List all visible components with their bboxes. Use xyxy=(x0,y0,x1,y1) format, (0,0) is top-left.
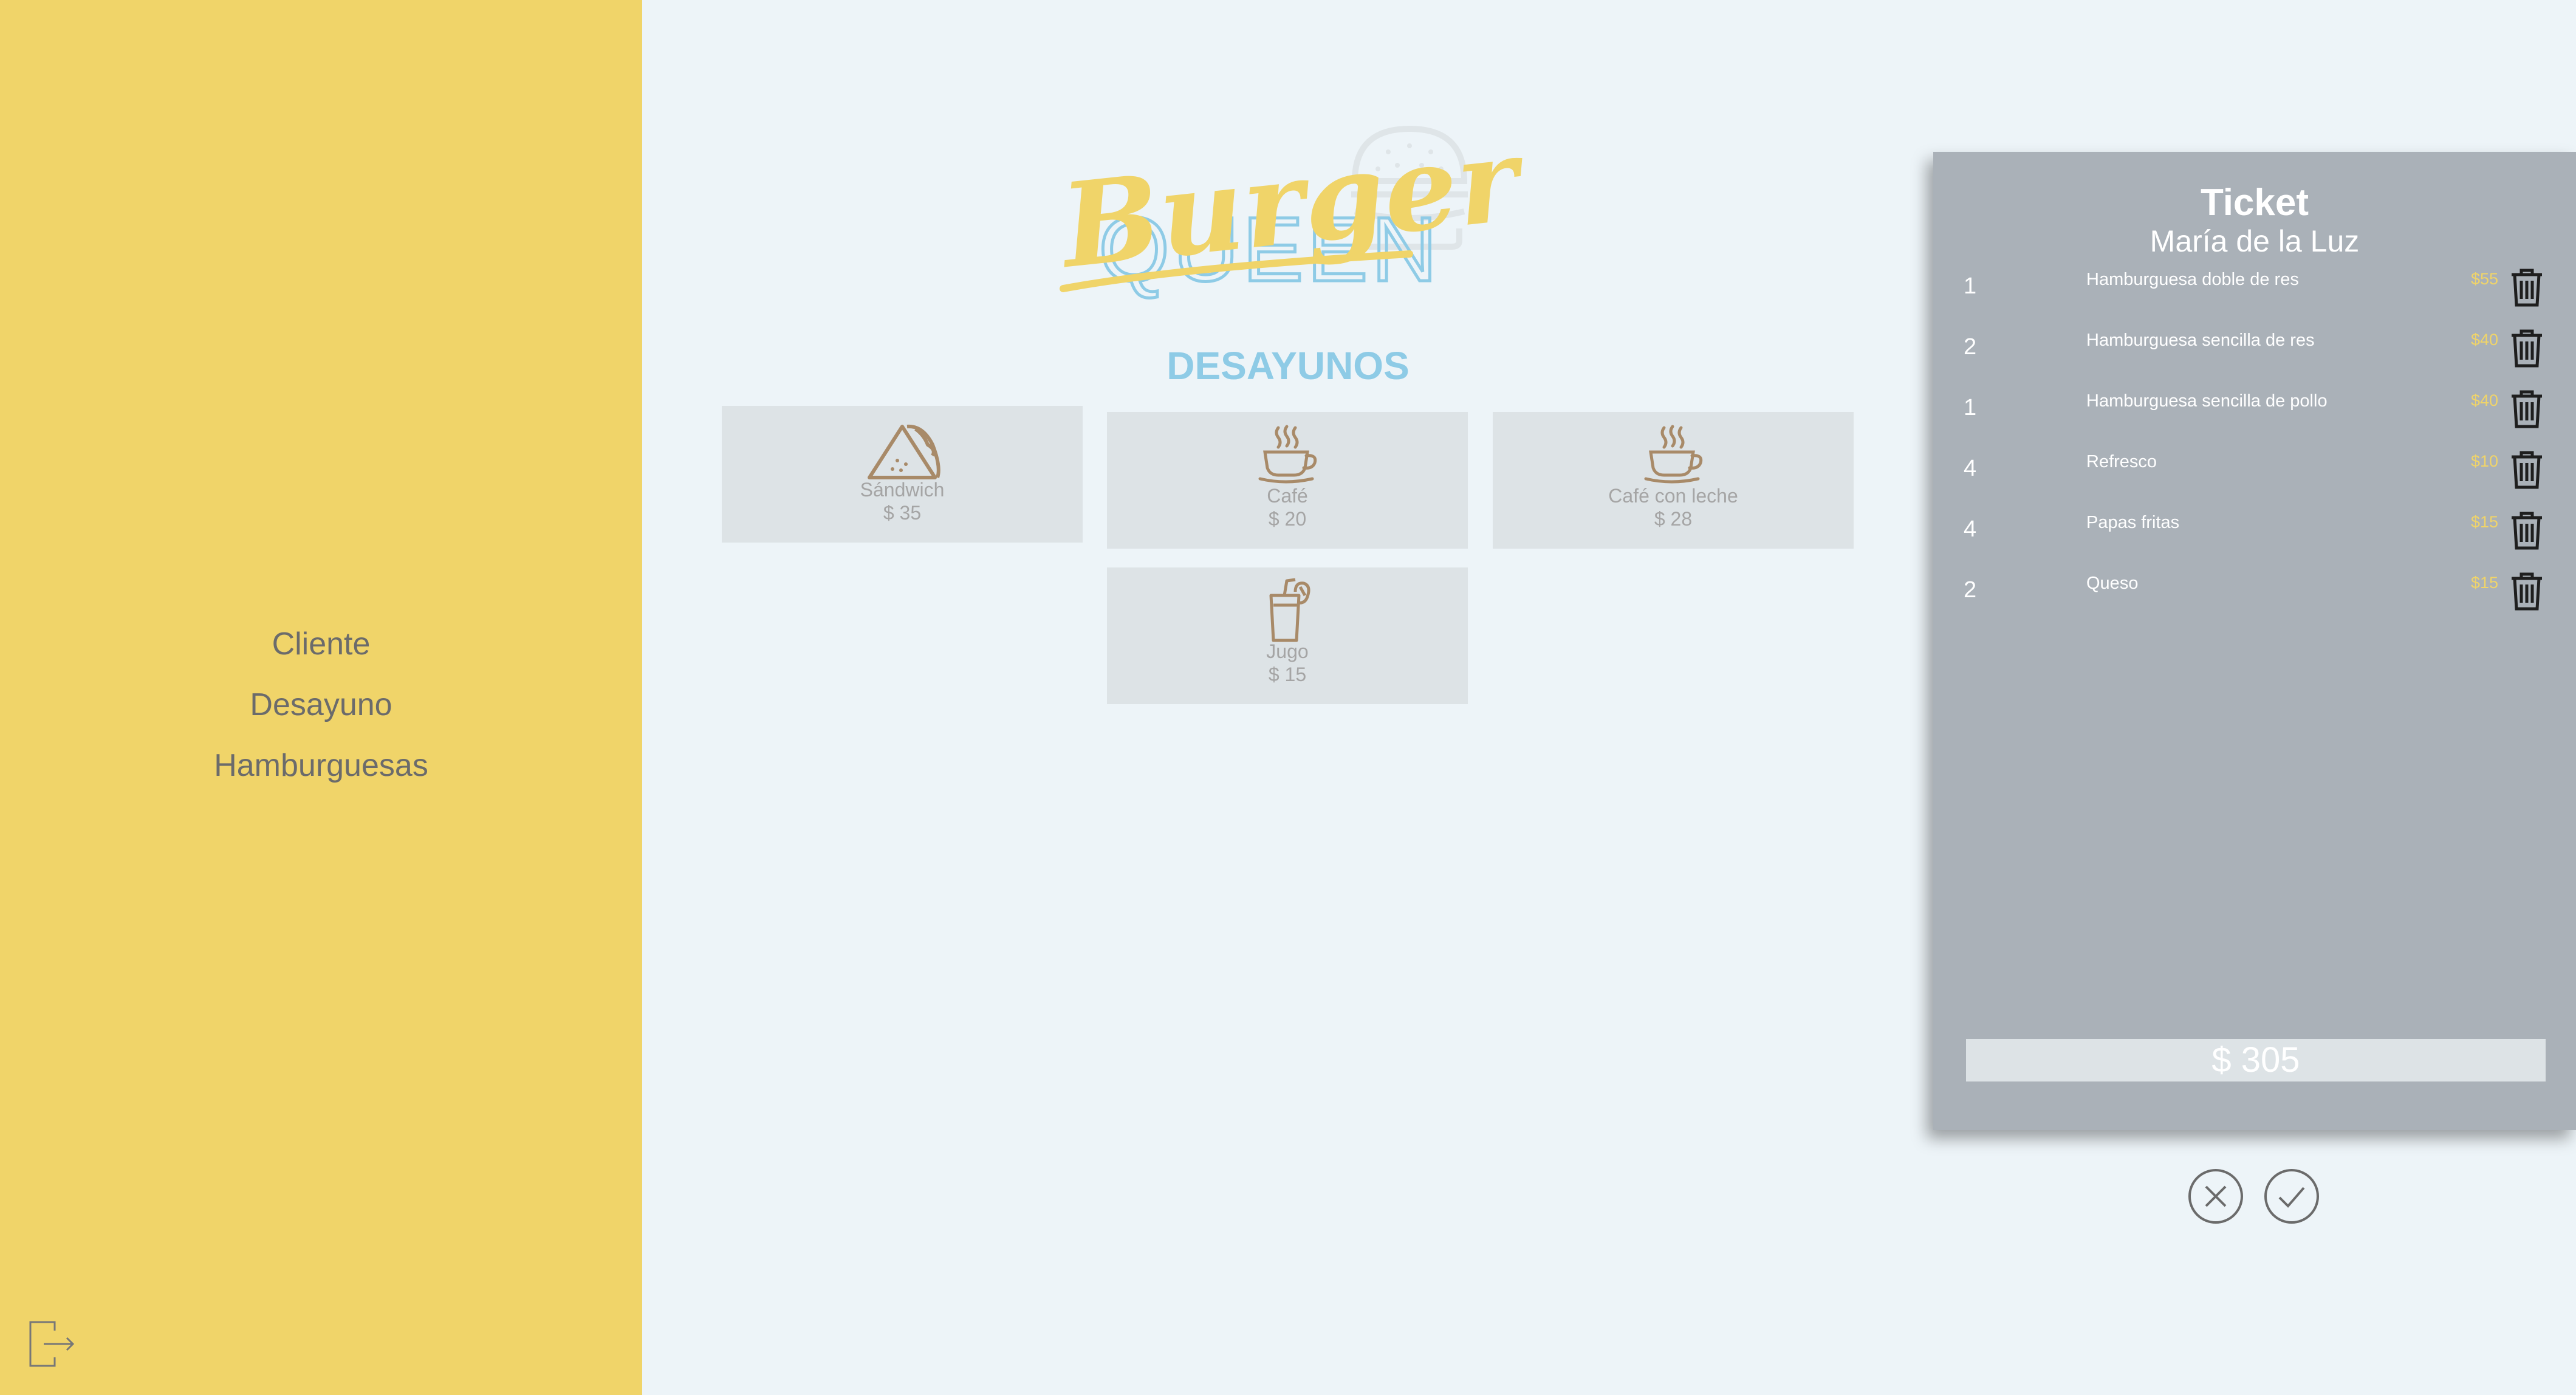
product-card-cafe-con-leche[interactable]: Café con leche $ 28 xyxy=(1493,412,1854,549)
coffee-cup-icon xyxy=(1644,425,1703,484)
nav-item-cliente[interactable]: Cliente xyxy=(272,614,371,674)
confirm-order-button[interactable] xyxy=(2264,1168,2320,1224)
item-quantity: 1 xyxy=(1964,395,1977,420)
product-price: $ 35 xyxy=(883,502,922,524)
ticket-row: 2 Queso $15 xyxy=(1933,569,2576,629)
ticket-panel: Ticket María de la Luz 1 Hamburguesa dob… xyxy=(1933,152,2576,1130)
sandwich-icon xyxy=(868,424,940,479)
product-name: Café con leche xyxy=(1608,485,1738,507)
item-price: $40 xyxy=(2470,331,2498,349)
trash-icon[interactable] xyxy=(2509,267,2544,307)
burger-queen-logo: QUEEN Burger xyxy=(1057,122,1525,302)
cancel-order-button[interactable] xyxy=(2188,1168,2244,1224)
item-quantity: 4 xyxy=(1964,516,1977,542)
item-quantity: 2 xyxy=(1964,334,1977,360)
product-price: $ 15 xyxy=(1268,663,1307,685)
ticket-title: Ticket xyxy=(2200,182,2309,224)
coffee-cup-icon xyxy=(1258,425,1317,484)
product-card-sandwich[interactable]: Sándwich $ 35 xyxy=(722,406,1083,543)
nav-item-hamburguesas[interactable]: Hamburguesas xyxy=(214,735,428,796)
item-quantity: 2 xyxy=(1964,577,1977,603)
close-circle-icon xyxy=(2188,1169,2243,1224)
trash-icon[interactable] xyxy=(2509,571,2544,611)
item-quantity: 1 xyxy=(1964,273,1977,299)
product-name: Jugo xyxy=(1266,640,1309,662)
ticket-row: 4 Papas fritas $15 xyxy=(1933,508,2576,569)
item-name: Hamburguesa sencilla de res xyxy=(2086,331,2315,350)
trash-icon[interactable] xyxy=(2509,389,2544,429)
ticket-total: $ 305 xyxy=(1966,1039,2546,1081)
item-price: $15 xyxy=(2470,574,2498,592)
section-title: DESAYUNOS xyxy=(1166,344,1410,388)
trash-icon[interactable] xyxy=(2509,328,2544,368)
item-name: Papas fritas xyxy=(2086,513,2180,532)
product-card-jugo[interactable]: Jugo $ 15 xyxy=(1107,567,1468,704)
juice-glass-icon xyxy=(1269,578,1310,642)
item-quantity: 4 xyxy=(1964,456,1977,481)
ticket-row: 2 Hamburguesa sencilla de res $40 xyxy=(1933,326,2576,386)
product-price: $ 28 xyxy=(1654,508,1693,530)
item-price: $10 xyxy=(2470,452,2498,470)
trash-icon[interactable] xyxy=(2509,510,2544,550)
product-price: $ 20 xyxy=(1268,508,1307,530)
item-price: $40 xyxy=(2470,391,2498,410)
sidebar-nav: Cliente Desayuno Hamburguesas xyxy=(0,614,642,796)
product-name: Café xyxy=(1267,485,1308,507)
item-name: Hamburguesa sencilla de pollo xyxy=(2086,391,2328,411)
item-price: $55 xyxy=(2470,270,2498,288)
logout-icon[interactable] xyxy=(28,1320,77,1368)
ticket-row: 4 Refresco $10 xyxy=(1933,447,2576,508)
nav-item-desayuno[interactable]: Desayuno xyxy=(250,674,392,735)
trash-icon[interactable] xyxy=(2509,450,2544,490)
check-circle-icon xyxy=(2264,1169,2319,1224)
ticket-row: 1 Hamburguesa sencilla de pollo $40 xyxy=(1933,386,2576,447)
item-name: Refresco xyxy=(2086,452,2157,471)
ticket-row: 1 Hamburguesa doble de res $55 xyxy=(1933,265,2576,326)
product-card-cafe[interactable]: Café $ 20 xyxy=(1107,412,1468,549)
item-name: Hamburguesa doble de res xyxy=(2086,270,2299,289)
logo-burger-text: Burger xyxy=(1057,122,1525,294)
item-name: Queso xyxy=(2086,574,2139,593)
product-name: Sándwich xyxy=(860,479,945,501)
sidebar: Cliente Desayuno Hamburguesas xyxy=(0,0,642,1395)
item-price: $15 xyxy=(2470,513,2498,531)
ticket-client-name: María de la Luz xyxy=(2150,224,2360,258)
